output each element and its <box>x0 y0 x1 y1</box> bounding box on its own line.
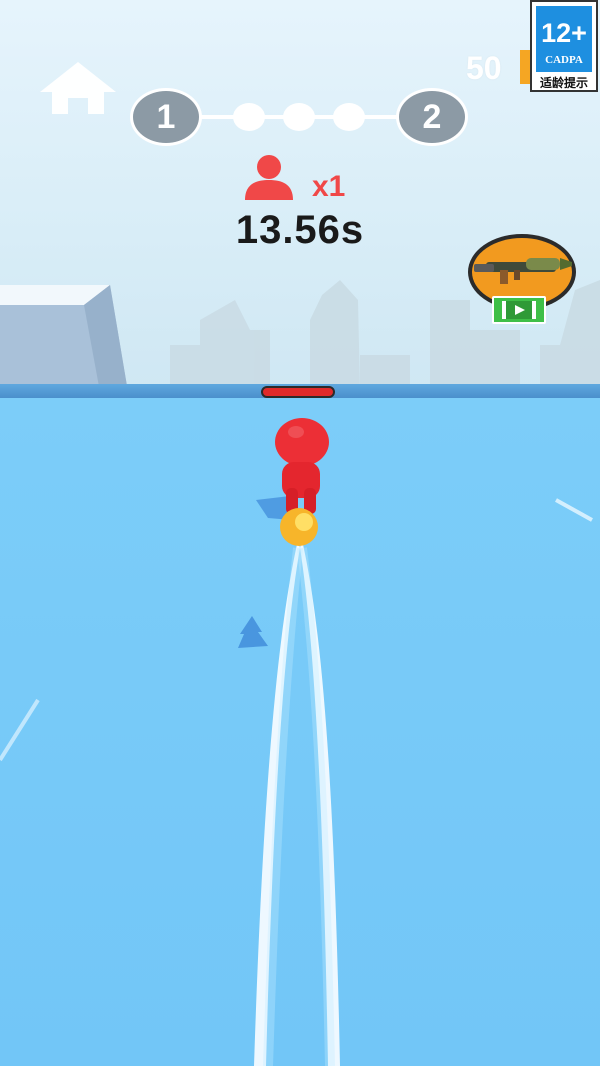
age-rating-number: 12+ <box>541 18 587 48</box>
stage-dot <box>283 103 315 131</box>
watch-video-button[interactable] <box>492 296 546 324</box>
person-icon <box>245 155 293 200</box>
coin-value: 50 <box>466 50 502 86</box>
play-video-icon <box>502 301 536 319</box>
age-rating-panel: 12+ CADPA <box>536 6 592 72</box>
enemy-multiplier: x1 <box>312 170 346 203</box>
stage-dot <box>233 103 265 131</box>
game-screen[interactable]: 1 2 x1 13.56s 50 12+ CADPA 适龄提示 <box>0 0 600 1066</box>
enemy-counter: x1 <box>242 154 382 204</box>
home-icon <box>40 62 116 114</box>
age-rating-note: 适龄提示 <box>539 76 588 90</box>
level-progress: 1 2 <box>130 88 470 148</box>
water-streak <box>0 698 40 762</box>
weapon-offer-button[interactable] <box>466 232 578 326</box>
next-level: 2 <box>396 88 468 146</box>
obstacle-shadow <box>238 616 268 648</box>
level-timer: 13.56s <box>235 208 365 252</box>
age-rating-org: CADPA <box>545 54 583 66</box>
stage-dot <box>333 103 365 131</box>
target-health-bar <box>261 386 335 398</box>
current-level: 1 <box>130 88 202 146</box>
water-streak <box>555 498 593 522</box>
age-rating-badge: 12+ CADPA 适龄提示 <box>530 0 598 92</box>
home-button[interactable] <box>38 60 118 120</box>
